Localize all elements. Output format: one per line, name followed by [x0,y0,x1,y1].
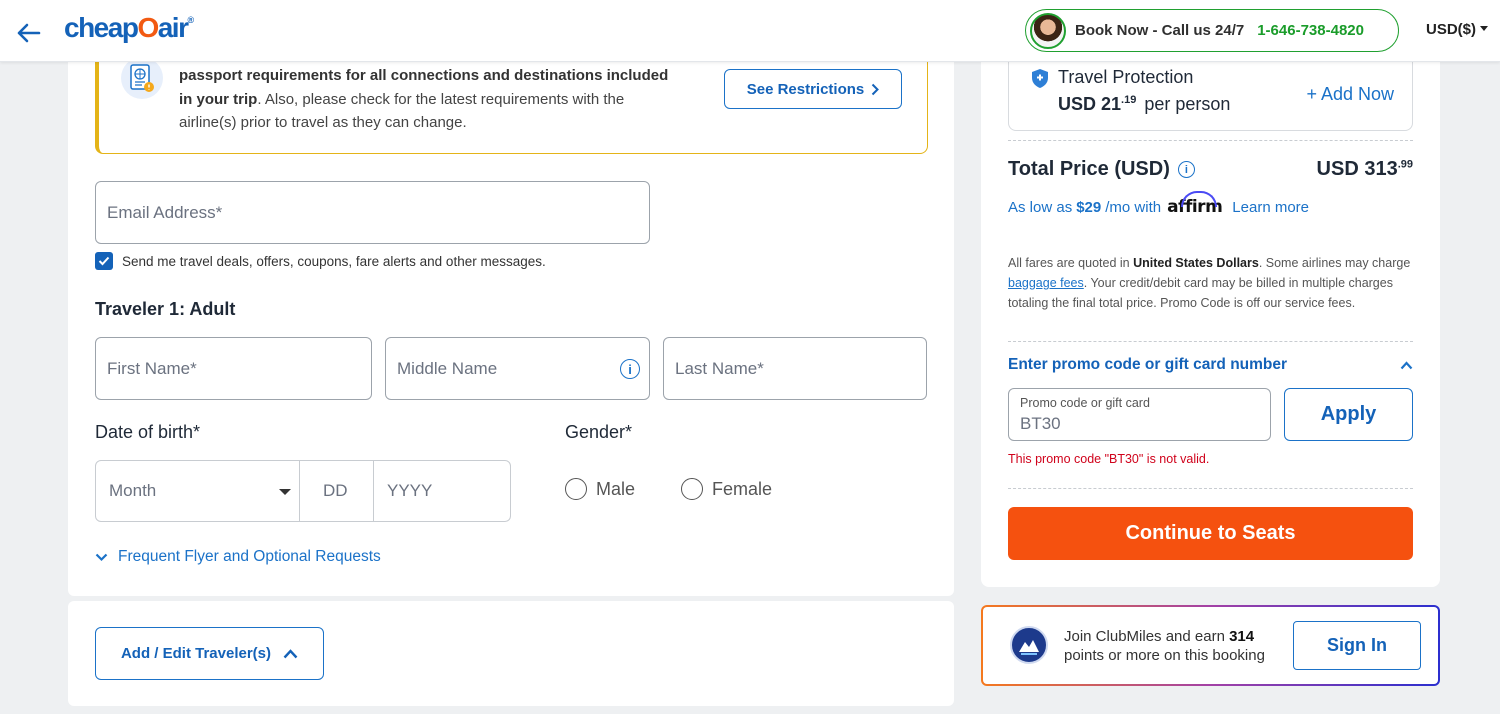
passport-document-icon [121,57,163,99]
see-restrictions-label: See Restrictions [746,80,865,98]
currency-label: USD($) [1426,21,1477,38]
chevron-right-icon [872,83,880,95]
info-icon[interactable]: i [620,359,640,379]
divider [1008,341,1413,342]
promo-code-input[interactable]: Promo code or gift card BT30 [1008,388,1271,441]
frequent-flyer-label: Frequent Flyer and Optional Requests [118,548,381,565]
notice-text: passport requirements for all connection… [179,64,679,135]
affirm-learn-more-link[interactable]: Learn more [1232,199,1309,216]
clubmiles-points: 314 [1229,628,1255,645]
gender-male-label: Male [596,478,636,499]
travel-protection-price-main: USD 21 [1058,94,1122,114]
gender-female-label: Female [712,478,773,499]
last-name-placeholder: Last Name* [675,358,764,378]
first-name-placeholder: First Name* [107,358,197,378]
email-placeholder: Email Address* [107,202,223,222]
call-text: Book Now - Call us 24/7 [1075,22,1245,39]
email-field[interactable]: Email Address* [95,181,650,244]
clubmiles-badge-icon [1010,626,1048,664]
chevron-up-icon [283,648,298,658]
middle-name-field[interactable]: Middle Name i [385,337,650,400]
year-placeholder: YYYY [387,481,433,500]
baggage-fees-link[interactable]: baggage fees [1008,276,1084,290]
deals-checkbox[interactable] [95,252,113,270]
month-select[interactable]: Month [96,461,300,521]
last-name-field[interactable]: Last Name* [663,337,927,400]
total-price-value: USD 313.99 [1317,158,1413,181]
travel-protection-price: USD 21.19 per person [1058,94,1230,115]
checkmark-icon [98,256,110,266]
month-placeholder: Month [109,481,157,500]
total-price-row: Total Price (USD) i USD 313.99 [1008,158,1413,181]
agent-avatar [1030,12,1066,49]
total-price-label: Total Price (USD) [1008,158,1170,180]
promo-error-message: This promo code "BT30" is not valid. [1008,452,1210,466]
currency-selector[interactable]: USD($) [1426,21,1489,38]
see-restrictions-button[interactable]: See Restrictions [724,69,902,109]
divider [1008,488,1413,489]
gender-male-radio[interactable]: Male [565,478,635,500]
apply-button[interactable]: Apply [1284,388,1413,441]
dob-input-group: Month DD YYYY [95,460,511,522]
promo-input-label: Promo code or gift card [1020,396,1150,410]
fares-text-2: . Some airlines may charge [1258,256,1411,270]
clubmiles-suffix: points or more on this booking [1064,647,1265,664]
deals-checkbox-label: Send me travel deals, offers, coupons, f… [122,253,546,269]
fares-disclaimer: All fares are quoted in United States Do… [1008,253,1413,313]
continue-to-seats-button[interactable]: Continue to Seats [1008,507,1413,560]
caret-down-icon [279,489,291,495]
add-edit-travelers-button[interactable]: Add / Edit Traveler(s) [95,627,324,680]
clubmiles-card: Join ClubMiles and earn 314 points or mor… [981,605,1440,686]
fares-currency: United States Dollars [1133,256,1259,270]
shield-icon [1032,69,1048,88]
back-arrow-icon[interactable] [14,18,44,48]
promo-heading: Enter promo code or gift card number [1008,356,1288,373]
top-header: cheapOair® Book Now - Call us 24/7 1-646… [0,0,1500,62]
traveler-heading: Traveler 1: Adult [95,299,236,319]
day-input[interactable]: DD [300,461,374,521]
dob-label: Date of birth* [95,422,201,442]
middle-name-placeholder: Middle Name [397,358,498,378]
call-us-pill[interactable]: Book Now - Call us 24/7 1-646-738-4820 [1025,9,1399,52]
cheapoair-logo[interactable]: cheapOair® [64,12,194,44]
gender-label: Gender* [565,422,633,442]
promo-input-value: BT30 [1020,414,1061,433]
year-input[interactable]: YYYY [374,461,510,521]
radio-circle[interactable] [681,478,703,500]
divider [1008,140,1413,141]
affirm-prefix: As low as [1008,199,1073,216]
affirm-amount: $29 [1076,199,1102,216]
promo-code-toggle[interactable]: Enter promo code or gift card number [1008,356,1413,374]
total-price-main: USD 313 [1316,158,1398,180]
chevron-down-icon [95,553,108,561]
sign-in-button[interactable]: Sign In [1293,621,1421,670]
fares-text-1: All fares are quoted in [1008,256,1134,270]
affirm-financing-row: As low as $29/mo with affirm Learn more [1008,191,1309,217]
add-protection-button[interactable]: + Add Now [1306,84,1394,105]
clubmiles-prefix: Join ClubMiles and earn [1064,628,1230,645]
affirm-suffix: /mo with [1105,199,1162,216]
affirm-logo: affirm [1167,191,1223,217]
chevron-up-icon [1400,360,1413,369]
travel-protection-title: Travel Protection [1058,67,1194,87]
total-price-label-group: Total Price (USD) i [1008,158,1195,181]
radio-circle[interactable] [565,478,587,500]
total-price-cents: .99 [1397,158,1413,171]
travel-protection-price-cents: .19 [1121,94,1137,106]
add-edit-travelers-label: Add / Edit Traveler(s) [120,645,272,662]
frequent-flyer-toggle[interactable]: Frequent Flyer and Optional Requests [95,548,381,566]
first-name-field[interactable]: First Name* [95,337,372,400]
caret-down-icon [1480,25,1489,31]
phone-number[interactable]: 1-646-738-4820 [1257,22,1364,39]
travel-protection-box: Travel Protection USD 21.19 per person + … [1008,54,1413,131]
clubmiles-text: Join ClubMiles and earn 314 points or mor… [1064,627,1265,665]
gender-female-radio[interactable]: Female [681,478,772,500]
deals-checkbox-row[interactable]: Send me travel deals, offers, coupons, f… [95,252,546,270]
day-placeholder: DD [323,481,348,500]
info-icon[interactable]: i [1177,161,1195,178]
per-person-label: per person [1144,94,1231,114]
